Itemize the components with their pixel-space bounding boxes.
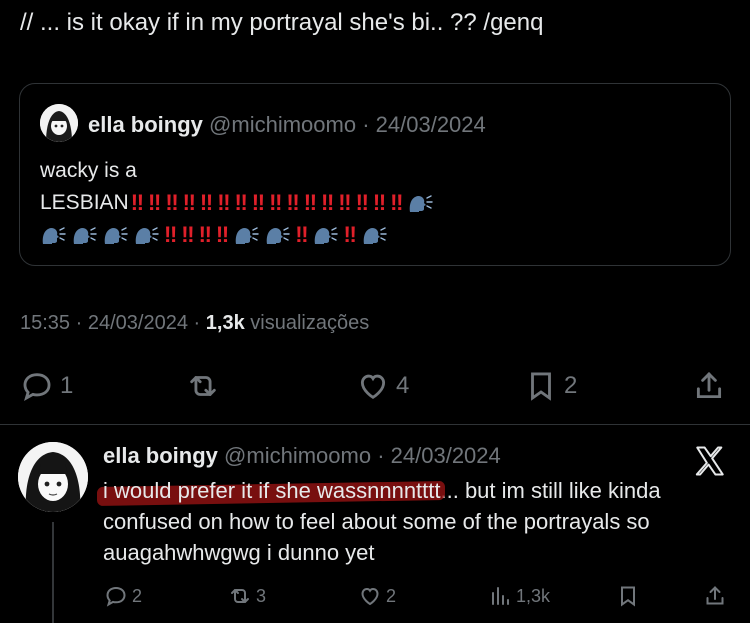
speaking-head-icon [233, 224, 259, 246]
quoted-line-2: LESBIAN ‼ ‼ ‼ ‼ ‼ ‼ ‼ ‼ ‼ ‼ ‼ ‼ ‼ ‼ ‼ ‼ [40, 187, 434, 219]
speaking-head-icon [407, 192, 434, 214]
retweet-button[interactable] [186, 360, 226, 412]
bookmark-icon [531, 372, 551, 401]
separator-dot: · [377, 443, 385, 468]
double-exclamation-icon: ‼ [295, 222, 308, 247]
quoted-lesbian-text: LESBIAN [40, 191, 129, 214]
emoji-row-2: ‼ ‼ ‼ ‼ ‼ ‼ ‼ ‼ ‼ ‼ ‼ ‼ ‼ ‼ ‼ ‼ [131, 187, 434, 219]
double-exclamation-icon: ‼ [165, 190, 178, 215]
quoted-display-name[interactable]: ella boingy [88, 112, 203, 137]
x-logo-icon[interactable] [693, 444, 727, 478]
share-icon [696, 371, 722, 399]
share-button[interactable] [692, 360, 726, 412]
divider [0, 424, 750, 425]
reply-reply-button[interactable]: 2 [104, 578, 142, 614]
tweet-text: // ... is it okay if in my portrayal she… [20, 9, 544, 36]
bookmark-icon [621, 586, 635, 607]
double-exclamation-icon: ‼ [372, 190, 386, 215]
double-exclamation-icon: ‼ [130, 190, 144, 215]
reply-share-button[interactable] [703, 578, 727, 614]
reply-date[interactable]: 24/03/2024 [391, 443, 501, 468]
double-exclamation-icon: ‼ [182, 190, 196, 215]
speaking-head-icon [361, 224, 387, 246]
share-icon [706, 586, 724, 605]
speaking-head-icon [102, 224, 128, 246]
reply-actions: 2 3 2 1,3k [0, 578, 750, 614]
reply-header: ella boingy @michimoomo · 24/03/2024 [103, 441, 501, 471]
heart-icon [360, 374, 386, 399]
reply-icon [106, 586, 126, 607]
double-exclamation-icon: ‼ [320, 190, 334, 215]
double-exclamation-icon: ‼ [234, 190, 248, 215]
views-count: 1,3k [205, 312, 245, 334]
reply-handle[interactable]: @michimoomo [224, 443, 371, 468]
quoted-handle[interactable]: @michimoomo [209, 112, 356, 137]
reply-icon [23, 373, 51, 402]
bookmark-button[interactable]: 2 [524, 360, 577, 412]
quoted-line-1: wacky is a [40, 159, 137, 182]
tweet-meta: 15:35 · 24/03/2024 · 1,3k visualizações [20, 309, 369, 337]
quoted-body: wacky is a LESBIAN ‼ ‼ ‼ ‼ ‼ ‼ ‼ ‼ ‼ ‼ ‼ ‼ ‼ ‼ ‼ ‼ ‼ ‼ ‼ ‼… [40, 155, 434, 251]
speaking-head-icon [133, 224, 159, 246]
like-button[interactable]: 4 [356, 360, 409, 412]
double-exclamation-icon: ‼ [303, 190, 317, 215]
reply-bookmark-button[interactable] [616, 578, 640, 614]
reply-views-count: 1,3k [516, 585, 551, 606]
speaking-head-icon [264, 224, 290, 246]
double-exclamation-icon: ‼ [164, 222, 177, 247]
double-exclamation-icon: ‼ [343, 222, 356, 247]
separator-dot: · [193, 312, 201, 334]
quoted-tweet-card[interactable]: ella boingy @michimoomo · 24/03/2024 wac… [19, 83, 731, 266]
reply-retweet-count: 3 [256, 585, 267, 606]
tweet-actions: 1 4 2 [0, 360, 750, 412]
quoted-avatar[interactable] [40, 104, 78, 142]
views-icon [492, 587, 509, 605]
speaking-head-icon [71, 224, 97, 246]
reply-reply-count: 2 [132, 585, 143, 606]
quoted-date[interactable]: 24/03/2024 [376, 112, 486, 137]
double-exclamation-icon: ‼ [217, 190, 230, 215]
reply-count: 1 [60, 372, 74, 399]
speaking-head-icon [312, 224, 339, 246]
double-exclamation-icon: ‼ [148, 190, 161, 215]
reply-display-name[interactable]: ella boingy [103, 443, 218, 468]
views-label: visualizações [250, 312, 370, 334]
double-exclamation-icon: ‼ [355, 190, 369, 215]
reply-views-button[interactable]: 1,3k [488, 578, 550, 614]
emoji-row-3: ‼ ‼ ‼ ‼ ‼ ‼ [40, 219, 387, 251]
reply-button[interactable]: 1 [20, 360, 73, 412]
tweet-time: 15:35 [20, 312, 71, 334]
reply-like-button[interactable]: 2 [358, 578, 396, 614]
reply-avatar[interactable] [18, 442, 88, 512]
tweet-date: 24/03/2024 [87, 312, 188, 334]
speaking-head-icon [40, 224, 66, 246]
double-exclamation-icon: ‼ [390, 190, 403, 215]
reply-like-count: 2 [386, 585, 397, 606]
double-exclamation-icon: ‼ [181, 222, 194, 247]
double-exclamation-icon: ‼ [338, 190, 351, 215]
retweet-icon [190, 376, 216, 396]
highlighted-text: i would prefer it if she wassnnnntttt [103, 478, 441, 503]
like-count: 4 [396, 372, 410, 399]
double-exclamation-icon: ‼ [269, 190, 282, 215]
reply-text: i would prefer it if she wassnnnntttt...… [103, 475, 703, 568]
separator-dot: · [362, 112, 370, 137]
double-exclamation-icon: ‼ [199, 190, 213, 215]
retweet-icon [231, 589, 249, 603]
double-exclamation-icon: ‼ [286, 190, 299, 215]
double-exclamation-icon: ‼ [215, 222, 229, 247]
bookmark-count: 2 [564, 372, 578, 399]
heart-icon [361, 587, 379, 606]
reply-retweet-button[interactable]: 3 [228, 578, 266, 614]
separator-dot: · [75, 312, 83, 334]
quoted-line-3: ‼ ‼ ‼ ‼ ‼ ‼ [40, 219, 433, 251]
double-exclamation-icon: ‼ [251, 190, 265, 215]
double-exclamation-icon: ‼ [198, 222, 212, 247]
quoted-header: ella boingy @michimoomo · 24/03/2024 [88, 111, 486, 139]
